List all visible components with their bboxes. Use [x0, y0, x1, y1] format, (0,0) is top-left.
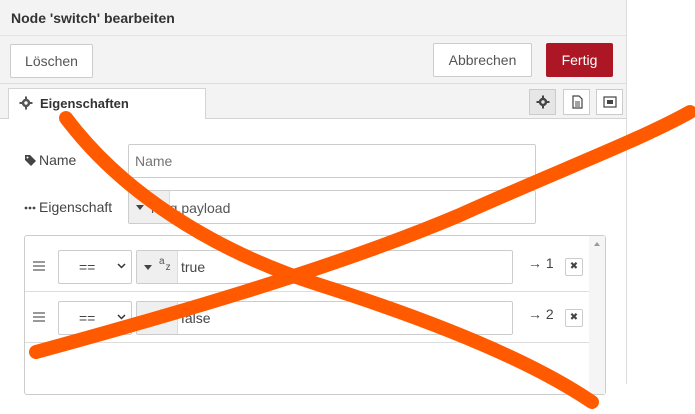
drag-handle-icon[interactable] — [33, 261, 45, 271]
rule-output: → 2 — [528, 306, 554, 322]
rules-list: == az true → 1 ✖ == az false → 2 ✖ — [24, 235, 606, 395]
chevron-down-icon — [136, 205, 144, 210]
edit-tray: Node 'switch' bearbeiten Löschen Abbrech… — [0, 0, 627, 395]
tab-description[interactable] — [563, 89, 590, 115]
tray-header: Node 'switch' bearbeiten — [0, 0, 626, 36]
property-label-text: Eigenschaft — [39, 199, 113, 215]
name-label-text: Name — [39, 152, 77, 168]
description-icon — [572, 95, 583, 109]
rule-value: true — [181, 259, 206, 275]
chevron-down-icon — [117, 263, 126, 269]
string-type-icon: az — [159, 307, 171, 324]
dialog-title: Node 'switch' bearbeiten — [11, 10, 175, 26]
property-typed-input[interactable]: msg.payload — [128, 190, 536, 224]
rule-row: == az true → 1 ✖ — [25, 241, 589, 292]
chevron-down-icon — [144, 265, 152, 270]
ellipsis-icon — [24, 206, 36, 210]
remove-rule-button[interactable]: ✖ — [565, 309, 583, 327]
remove-rule-button[interactable]: ✖ — [565, 258, 583, 276]
string-type-icon: az — [159, 256, 171, 273]
rule-operator-select[interactable]: == — [58, 250, 132, 284]
rule-operator: == — [79, 310, 96, 326]
chevron-down-icon — [117, 314, 126, 320]
value-type-button[interactable]: az — [137, 302, 178, 334]
drag-handle-icon[interactable] — [33, 312, 45, 322]
property-value: msg.payload — [151, 200, 231, 216]
tray-toolbar: Löschen Abbrechen Fertig — [0, 36, 626, 84]
rule-operator: == — [79, 259, 96, 275]
scroll-up-icon[interactable] — [594, 242, 600, 246]
rule-operator-select[interactable]: == — [58, 301, 132, 335]
chevron-down-icon — [144, 316, 152, 321]
tab-properties-label: Eigenschaften — [40, 96, 129, 111]
rule-value-input[interactable]: az true — [136, 250, 513, 284]
tab-appearance[interactable] — [596, 89, 623, 115]
rules-scrollbar[interactable] — [589, 236, 605, 394]
value-type-button[interactable]: az — [137, 251, 178, 283]
name-input[interactable] — [128, 144, 536, 178]
gear-icon — [536, 95, 550, 109]
tabs-bar: Eigenschaften — [0, 84, 626, 119]
rule-value: false — [181, 310, 211, 326]
tag-icon — [25, 155, 36, 166]
done-button[interactable]: Fertig — [546, 43, 613, 77]
tab-settings[interactable] — [529, 89, 556, 115]
rule-row: == az false → 2 ✖ — [25, 292, 589, 343]
rule-value-input[interactable]: az false — [136, 301, 513, 335]
delete-button[interactable]: Löschen — [10, 44, 93, 78]
tab-properties[interactable]: Eigenschaften — [8, 88, 206, 119]
appearance-icon — [603, 96, 617, 108]
gear-icon — [19, 96, 33, 110]
cancel-button[interactable]: Abbrechen — [433, 43, 532, 77]
node-editor-screen: Node 'switch' bearbeiten Löschen Abbrech… — [0, 0, 695, 414]
rule-output: → 1 — [528, 255, 554, 271]
